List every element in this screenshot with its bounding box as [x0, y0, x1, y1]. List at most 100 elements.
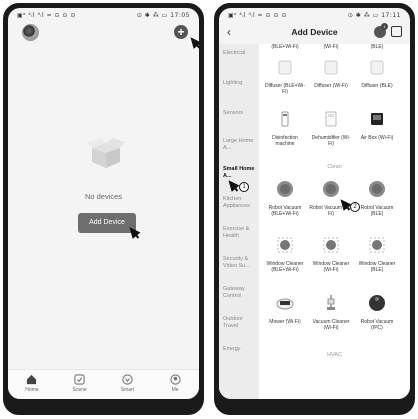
section-clean: Clean [327, 164, 342, 170]
status-bar: ▣ᵃ ⁴ᵢl ⁴ᵢl ≈ ⊙ ⊙ ⊙ ⊙ ✱ ⁂ ▭ 17:11 [219, 8, 410, 22]
tab-me-label: Me [171, 387, 179, 393]
device-name: Robot Vacuum (IPC) [360, 319, 394, 331]
auto-scan-icon[interactable]: 1 [374, 23, 388, 38]
device-name: Dehumidifier (Wi-Fi) [311, 135, 351, 147]
device-name: Robot Vacuum (BLE+Wi-Fi) [268, 205, 302, 217]
window-cleaner-icon [277, 237, 293, 253]
add-device-body: Electrical Lighting Sensors Large Home A… [219, 44, 410, 399]
category-kitchen[interactable]: Kitchen Appliances [223, 196, 259, 209]
diffuser-icon [278, 60, 292, 75]
device-name: Air Box (Wi-Fi) [360, 135, 394, 141]
tab-scene[interactable]: Scene [60, 374, 100, 399]
device-name: Diffuser (BLE) [361, 83, 393, 89]
device-item[interactable]: Robot Vacuum (IPC) [355, 294, 399, 331]
device-name: Robot Vacuum (BLE) [360, 205, 394, 217]
pointer-cursor-icon [186, 34, 199, 49]
scene-icon [74, 374, 85, 385]
device-item[interactable]: (BLE+Wi-Fi) [263, 42, 307, 50]
category-large-home[interactable]: Large Home A... [223, 138, 259, 151]
phone-home: ▣ᵃ ⁴ᵢl ⁴ᵢl ≈ ⊙ ⊙ ⊙ ⊙ ✱ ⁂ ▭ 17:05 + No de… [3, 3, 204, 415]
window-cleaner-icon [369, 237, 385, 253]
category-sidebar: Electrical Lighting Sensors Large Home A… [219, 44, 259, 399]
device-name: (BLE) [370, 44, 384, 50]
device-name: Window Cleaner (BLE) [358, 261, 396, 273]
dehumidifier-icon [325, 111, 337, 127]
category-lighting[interactable]: Lighting [223, 80, 259, 87]
device-item[interactable]: Robot Vacuum (BLE) [355, 180, 399, 217]
tab-me[interactable]: Me [155, 374, 195, 399]
qr-scan-icon[interactable] [391, 26, 402, 37]
device-name: Diffuser (Wi-Fi) [314, 83, 348, 89]
status-right: ⊙ ✱ ⁂ ▭ 17:05 [136, 11, 190, 19]
device-item[interactable]: Dehumidifier (Wi-Fi) [309, 110, 353, 147]
tab-smart-label: Smart [120, 387, 135, 393]
device-grid: (BLE+Wi-Fi) (Wi-Fi) (BLE) Diffuser (BLE+… [259, 44, 410, 399]
smart-icon [122, 374, 133, 385]
empty-state-text: No devices [84, 192, 123, 201]
device-item[interactable]: Diffuser (Wi-Fi) [309, 58, 353, 89]
diffuser-icon [324, 60, 338, 75]
device-item[interactable]: Window Cleaner (BLE+Wi-Fi) [263, 236, 307, 273]
device-item[interactable]: Air Box (Wi-Fi) [355, 110, 399, 141]
window-cleaner-icon [323, 237, 339, 253]
category-energy[interactable]: Energy [223, 346, 259, 353]
robot-vacuum-icon [323, 181, 339, 197]
category-security[interactable]: Security & Video Su... [223, 256, 259, 269]
step-marker-1: 1 [239, 182, 249, 192]
home-screen: ▣ᵃ ⁴ᵢl ⁴ᵢl ≈ ⊙ ⊙ ⊙ ⊙ ✱ ⁂ ▭ 17:05 + No de… [8, 8, 199, 399]
device-name: Diffuser (BLE+Wi-Fi) [264, 83, 306, 95]
phone-add-device: ▣ᵃ ⁴ᵢl ⁴ᵢl ≈ ⊙ ⊙ ⊙ ⊙ ✱ ⁂ ▭ 17:11 ‹ Add D… [214, 3, 415, 415]
device-name: Vacuum Cleaner (Wi-Fi) [312, 319, 350, 331]
device-item[interactable]: (Wi-Fi) [309, 42, 353, 50]
device-item[interactable]: Diffuser (BLE) [355, 58, 399, 89]
add-device-screen: ▣ᵃ ⁴ᵢl ⁴ᵢl ≈ ⊙ ⊙ ⊙ ⊙ ✱ ⁂ ▭ 17:11 ‹ Add D… [219, 8, 410, 399]
status-bar: ▣ᵃ ⁴ᵢl ⁴ᵢl ≈ ⊙ ⊙ ⊙ ⊙ ✱ ⁂ ▭ 17:05 [8, 8, 199, 22]
vacuum-cleaner-icon [327, 295, 335, 310]
device-item[interactable]: (BLE) [355, 42, 399, 50]
tab-smart[interactable]: Smart [107, 374, 147, 399]
robot-vacuum-icon [277, 181, 293, 197]
robot-vacuum-icon [369, 181, 385, 197]
status-left: ▣ᵃ ⁴ᵢl ⁴ᵢl ≈ ⊙ ⊙ ⊙ [228, 11, 287, 19]
device-name: Mower (Wi-Fi) [269, 319, 301, 325]
home-icon [27, 374, 37, 385]
category-small-home[interactable]: Small Home A... [223, 166, 259, 179]
device-name: (Wi-Fi) [323, 44, 339, 50]
home-header: + [8, 22, 199, 49]
empty-box-icon [87, 138, 125, 168]
step-marker-2: 2 [350, 202, 360, 212]
device-name: (BLE+Wi-Fi) [271, 44, 299, 50]
device-item[interactable]: Window Cleaner (BLE) [355, 236, 399, 273]
diffuser-icon [370, 60, 384, 75]
device-name: Window Cleaner (Wi-Fi) [312, 261, 350, 273]
device-item[interactable]: Window Cleaner (Wi-Fi) [309, 236, 353, 273]
air-box-icon [371, 113, 383, 125]
device-item[interactable]: Mower (Wi-Fi) [263, 294, 307, 325]
avatar[interactable] [22, 24, 39, 41]
status-right: ⊙ ✱ ⁂ ▭ 17:11 [347, 11, 401, 19]
add-device-plus-icon[interactable]: + [174, 25, 188, 39]
tab-home[interactable]: Home [12, 374, 52, 399]
category-outdoor[interactable]: Outdoor Travel [223, 316, 259, 329]
category-electrical[interactable]: Electrical [223, 50, 259, 57]
device-item[interactable]: Vacuum Cleaner (Wi-Fi) [309, 294, 353, 331]
device-item[interactable]: Robot Vacuum (BLE+Wi-Fi) [263, 180, 307, 217]
pointer-cursor-icon [224, 177, 240, 192]
device-item[interactable]: Disinfection machine [263, 110, 307, 147]
device-name: Disinfection machine [272, 135, 298, 147]
tab-home-label: Home [25, 387, 39, 393]
category-exercise[interactable]: Exercise & Health [223, 226, 259, 239]
section-hvac: HVAC [327, 352, 342, 358]
category-gateway[interactable]: Gateway Control [223, 286, 259, 299]
device-name: Window Cleaner (BLE+Wi-Fi) [266, 261, 304, 273]
robot-vacuum-ipc-icon [369, 295, 385, 311]
nav-bar: ‹ Add Device 1 [219, 22, 410, 44]
tab-scene-label: Scene [72, 387, 87, 393]
profile-icon [169, 374, 181, 385]
notification-badge: 1 [381, 23, 388, 30]
disinfection-machine-icon [281, 111, 289, 127]
mower-icon [276, 298, 294, 310]
status-left: ▣ᵃ ⁴ᵢl ⁴ᵢl ≈ ⊙ ⊙ ⊙ [17, 11, 76, 19]
category-sensors[interactable]: Sensors [223, 110, 259, 117]
device-item[interactable]: Diffuser (BLE+Wi-Fi) [263, 58, 307, 95]
